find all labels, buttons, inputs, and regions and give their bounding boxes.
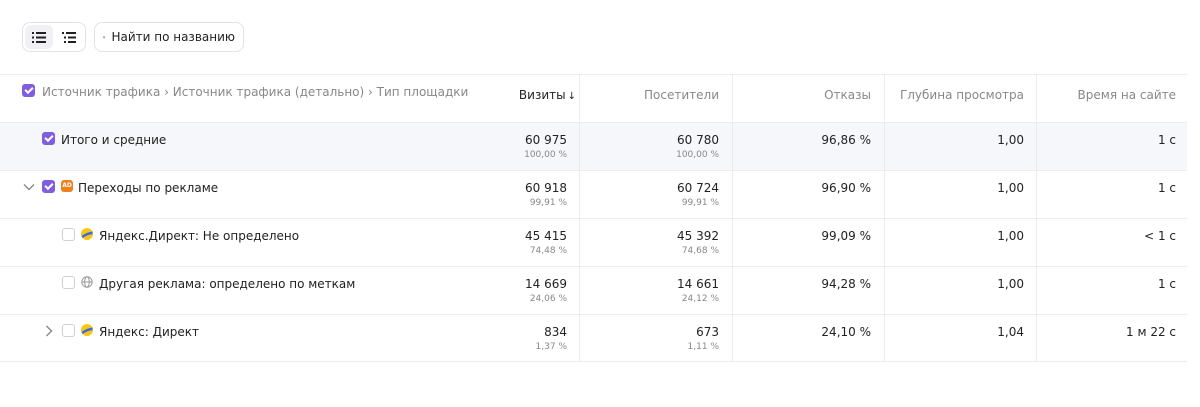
visits-value: 45 415 — [525, 229, 567, 243]
row-label: Переходы по рекламе — [78, 181, 219, 195]
yandex-direct-icon — [81, 324, 93, 336]
select-all-checkbox[interactable] — [22, 84, 35, 97]
report-table: Источник трафика › Источник трафика (дет… — [0, 74, 1187, 362]
visits-value: 60 975 — [525, 133, 567, 147]
visits-value: 60 918 — [525, 181, 567, 195]
depth-value: 1,04 — [997, 325, 1024, 339]
expand-chevron-icon[interactable] — [42, 324, 56, 338]
row-label: Итого и средние — [61, 133, 167, 147]
visits-header[interactable]: Визиты — [519, 88, 566, 102]
row-label: Яндекс.Директ: Не определено — [99, 229, 300, 243]
search-input[interactable]: Найти по названию — [94, 22, 244, 52]
collapse-chevron-icon[interactable] — [22, 180, 36, 194]
table-header: Источник трафика › Источник трафика (дет… — [0, 74, 1187, 122]
bounces-value: 96,90 % — [821, 181, 871, 195]
depth-value: 1,00 — [997, 181, 1024, 195]
tree-list-icon — [62, 31, 76, 43]
time-header[interactable]: Время на сайте — [1078, 88, 1176, 102]
depth-value: 1,00 — [997, 229, 1024, 243]
table-row[interactable]: Другая реклама: определено по меткам 14 … — [0, 266, 1187, 314]
visitors-header[interactable]: Посетители — [644, 88, 719, 102]
globe-icon — [81, 276, 93, 288]
row-checkbox[interactable] — [42, 180, 55, 193]
list-view-button[interactable] — [25, 25, 53, 49]
visitors-value: 45 392 — [677, 229, 719, 243]
visitors-percent: 99,91 % — [681, 198, 719, 208]
row-label: Яндекс: Директ — [99, 325, 199, 339]
list-icon — [32, 31, 46, 43]
visits-percent: 100,00 % — [524, 150, 567, 160]
ad-icon: AD — [61, 180, 73, 192]
visits-percent: 1,37 % — [535, 342, 567, 352]
dimensions-header[interactable]: Источник трафика › Источник трафика (дет… — [42, 84, 468, 100]
table-row[interactable]: AD Переходы по рекламе 60 918 99,91 % 60 … — [0, 170, 1187, 218]
visits-percent: 99,91 % — [529, 198, 567, 208]
visits-percent: 24,06 % — [529, 294, 567, 304]
visitors-value: 60 724 — [677, 181, 719, 195]
sort-desc-icon: ↓ — [567, 91, 576, 102]
visitors-value: 60 780 — [677, 133, 719, 147]
visitors-value: 14 661 — [677, 277, 719, 291]
visitors-percent: 74,68 % — [681, 246, 719, 256]
row-checkbox[interactable] — [62, 324, 75, 337]
time-value: 1 с — [1157, 277, 1176, 291]
table-row[interactable]: Яндекс: Директ 834 1,37 % 673 1,11 % 24,10… — [0, 314, 1187, 362]
visitors-value: 673 — [696, 325, 719, 339]
search-placeholder: Найти по названию — [111, 30, 235, 44]
visitors-percent: 24,12 % — [681, 294, 719, 304]
search-icon — [103, 35, 106, 39]
time-value: 1 м 22 с — [1126, 325, 1176, 339]
bounces-value: 24,10 % — [821, 325, 871, 339]
time-value: 1 с — [1157, 133, 1176, 147]
visits-value: 834 — [544, 325, 567, 339]
table-row-total: Итого и средние 60 975 100,00 % 60 780 100… — [0, 122, 1187, 170]
toolbar: Найти по названию — [22, 22, 244, 52]
bounces-value: 99,09 % — [821, 229, 871, 243]
row-label: Другая реклама: определено по меткам — [99, 277, 356, 291]
visits-percent: 74,48 % — [529, 246, 567, 256]
depth-value: 1,00 — [997, 277, 1024, 291]
time-value: 1 с — [1157, 181, 1176, 195]
row-checkbox[interactable] — [62, 228, 75, 241]
bounces-value: 94,28 % — [821, 277, 871, 291]
row-checkbox[interactable] — [42, 132, 55, 145]
view-toggle — [22, 22, 86, 52]
time-value: < 1 с — [1144, 229, 1176, 243]
bounces-value: 96,86 % — [821, 133, 871, 147]
visits-value: 14 669 — [525, 277, 567, 291]
table-row[interactable]: Яндекс.Директ: Не определено 45 415 74,48… — [0, 218, 1187, 266]
depth-value: 1,00 — [997, 133, 1024, 147]
tree-view-button[interactable] — [55, 25, 83, 49]
yandex-direct-icon — [81, 228, 93, 240]
bounces-header[interactable]: Отказы — [824, 88, 871, 102]
visitors-percent: 100,00 % — [676, 150, 719, 160]
visitors-percent: 1,11 % — [687, 342, 719, 352]
row-checkbox[interactable] — [62, 276, 75, 289]
depth-header[interactable]: Глубина просмотра — [900, 88, 1024, 102]
